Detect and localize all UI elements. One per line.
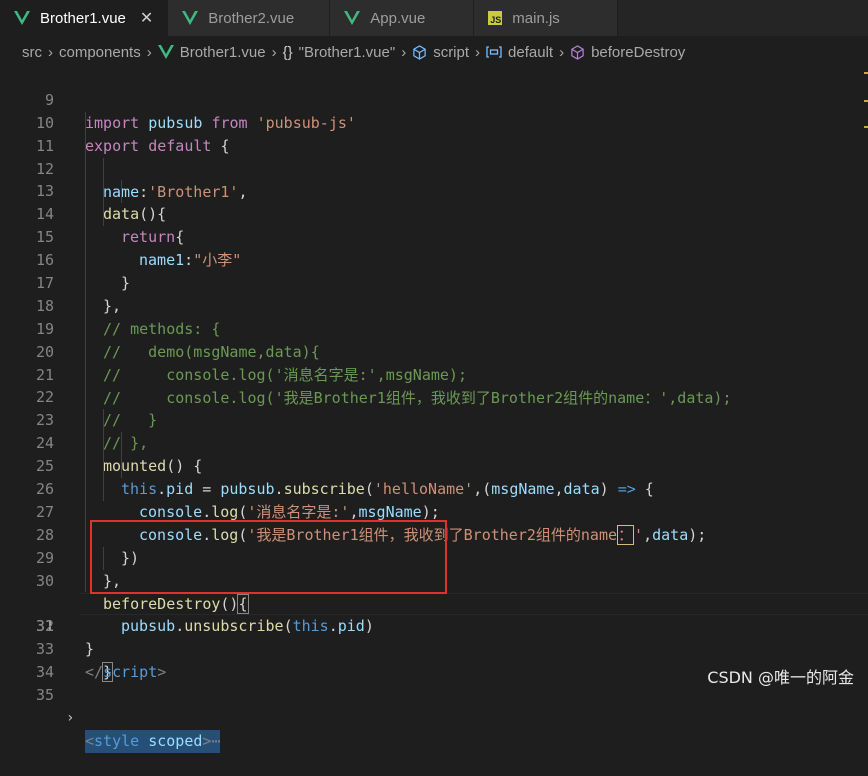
code-line: 27 }) <box>0 478 868 567</box>
breadcrumb-method[interactable]: beforeDestroy <box>591 44 685 61</box>
scrollbar-marker <box>864 72 868 74</box>
code-line: 9 import pubsub from 'pubsub-js' <box>0 66 868 132</box>
tab-label: Brother2.vue <box>208 9 295 27</box>
chevron-right-icon: › <box>48 43 53 61</box>
code-line: 19 // console.log('消息名字是:',msgName); <box>0 294 868 384</box>
breadcrumb: src › components › Brother1.vue › {} "Br… <box>0 36 868 68</box>
breadcrumb-components[interactable]: components <box>59 44 141 61</box>
breadcrumb-file[interactable]: Brother1.vue <box>180 44 266 61</box>
tab-brother1-vue[interactable]: Brother1.vue ✕ <box>0 0 169 36</box>
highlight-box <box>90 520 447 594</box>
chevron-right-icon: › <box>401 43 407 61</box>
breadcrumb-default[interactable]: default <box>508 44 553 61</box>
close-icon[interactable]: ✕ <box>140 8 153 28</box>
tab-label: Brother1.vue <box>40 9 126 27</box>
code-line: 25 console.log('消息名字是:',msgName); <box>0 432 868 521</box>
watermark: CSDN @唯一的阿金 <box>707 668 854 687</box>
chevron-right-icon: › <box>146 43 152 61</box>
tab-app-vue[interactable]: App.vue <box>330 0 475 36</box>
chevron-right-icon[interactable]: › <box>66 707 74 730</box>
code-line: 10 export default { <box>0 89 868 155</box>
code-line: 14 name1:"小李" <box>0 180 868 269</box>
folded-ellipsis[interactable]: ⋯ <box>211 732 220 750</box>
vue-icon <box>182 11 199 25</box>
scrollbar-marker <box>864 126 868 128</box>
cube-icon <box>412 44 427 60</box>
code-line: 21 // } <box>0 340 868 429</box>
vue-icon <box>14 11 30 25</box>
object-icon: {} <box>282 43 293 61</box>
code-token: scoped <box>148 731 203 750</box>
code-line: 22 // }, <box>0 363 868 452</box>
breadcrumb-src[interactable]: src <box>22 44 42 61</box>
code-token: style <box>94 731 140 750</box>
tab-main-js[interactable]: JS main.js <box>474 0 619 36</box>
method-icon <box>570 44 585 60</box>
code-line: 24 this.pid = pubsub.subscribe('helloNam… <box>0 409 868 498</box>
editor-tab-bar: Brother1.vue ✕ Brother2.vue App.vue JS m… <box>0 0 868 36</box>
code-line: 20 // console.log('我是Brother1组件，我收到了Brot… <box>0 317 868 407</box>
code-line: 17 // methods: { <box>0 249 868 338</box>
tab-brother2-vue[interactable]: Brother2.vue <box>168 0 331 36</box>
code-token: < <box>85 731 95 750</box>
code-line: 11 name:'Brother1', <box>0 111 868 201</box>
code-line: 15 } <box>0 203 868 292</box>
code-line: 13 return{ <box>0 157 868 246</box>
code-line: 12 data(){ <box>0 134 868 223</box>
chevron-right-icon: › <box>475 43 481 61</box>
code-line: 33 </script> <box>0 615 868 681</box>
tab-label: main.js <box>512 9 560 27</box>
scrollbar-marker <box>864 100 868 102</box>
breadcrumb-object[interactable]: "Brother1.vue" <box>299 44 396 61</box>
tab-label: App.vue <box>370 9 426 27</box>
vue-icon <box>157 45 174 59</box>
chevron-right-icon: › <box>559 43 565 61</box>
js-icon: JS <box>488 11 503 25</box>
variable-icon <box>486 45 502 59</box>
breadcrumb-script[interactable]: script <box>433 44 469 61</box>
code-line: 18 // demo(msgName,data){ <box>0 272 868 361</box>
code-line: 34 <box>0 638 868 681</box>
code-line: 23 mounted() { <box>0 386 868 475</box>
code-line: 32 } <box>0 592 868 658</box>
code-token: > <box>202 731 212 750</box>
vue-icon <box>344 11 361 25</box>
code-line: 26 console.log('我是Brother1组件，我收到了Brother… <box>0 455 868 545</box>
chevron-right-icon: › <box>271 43 277 61</box>
code-line: 16 }, <box>0 226 868 315</box>
